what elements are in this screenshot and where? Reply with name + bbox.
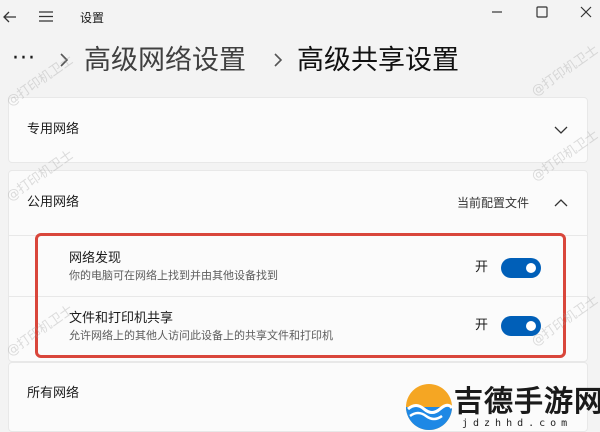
back-arrow-icon[interactable] (2, 9, 18, 25)
window-title: 设置 (80, 11, 105, 25)
logo-url: jdzhhd.com (462, 418, 573, 429)
page-title: 高级共享设置 (297, 45, 459, 76)
site-logo-watermark: 吉德手游网 jdzhhd.com (404, 382, 600, 432)
section-label: 公用网络 (27, 195, 80, 210)
hamburger-menu-icon[interactable] (39, 11, 53, 22)
section-private-network[interactable]: 专用网络 (8, 97, 588, 163)
chevron-up-icon[interactable] (554, 198, 568, 208)
title-bar: 设置 (0, 0, 600, 36)
chevron-right-icon (274, 53, 283, 67)
breadcrumb-overflow-button[interactable]: ··· (12, 48, 36, 70)
wave-logo-icon (406, 384, 454, 430)
current-profile-label: 当前配置文件 (457, 196, 530, 210)
close-icon[interactable] (578, 4, 594, 20)
section-label: 所有网络 (27, 386, 80, 401)
chevron-right-icon (60, 53, 69, 67)
maximize-icon[interactable] (534, 4, 550, 20)
breadcrumb-item-advanced-network[interactable]: 高级网络设置 (84, 44, 246, 78)
chevron-down-icon[interactable] (554, 125, 568, 135)
breadcrumb: ··· 高级网络设置 高级共享设置 (0, 40, 600, 80)
minimize-icon[interactable] (489, 4, 505, 20)
logo-text: 吉德手游网 (454, 384, 600, 418)
section-label: 专用网络 (27, 122, 80, 137)
highlight-box (35, 233, 566, 358)
